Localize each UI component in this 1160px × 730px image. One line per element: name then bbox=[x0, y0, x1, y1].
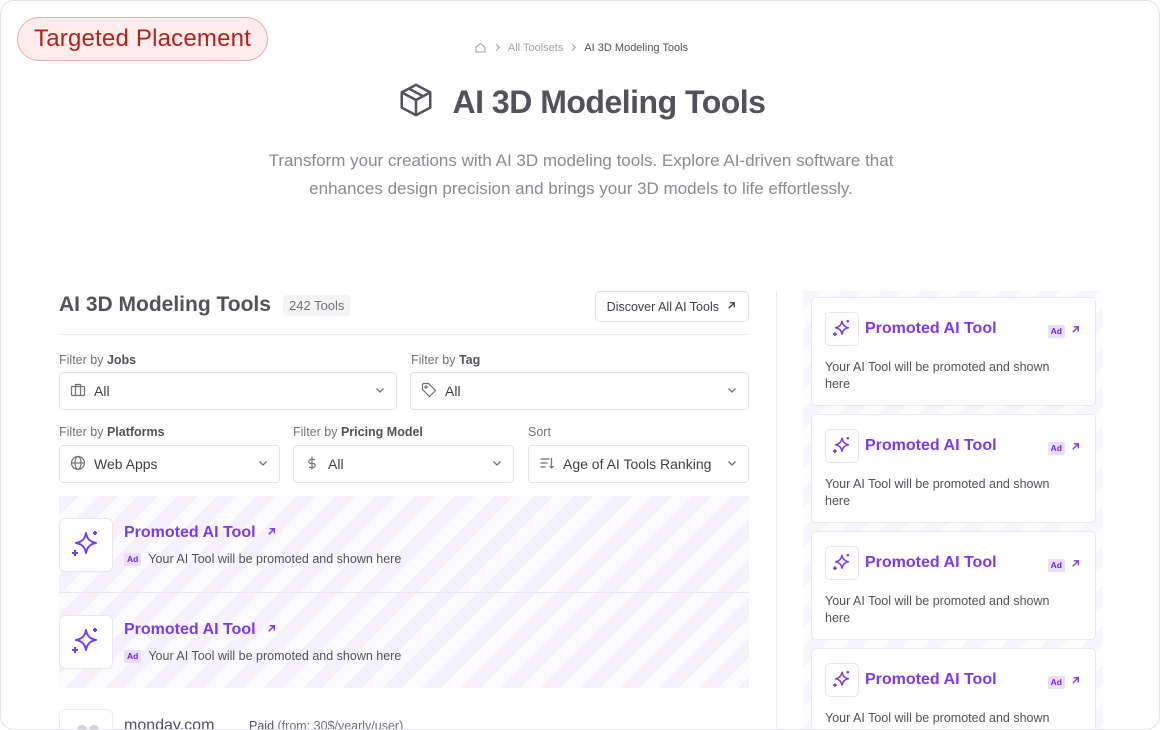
page-description: Transform your creations with AI 3D mode… bbox=[268, 151, 894, 198]
filter-platforms-label: Filter by Platforms bbox=[59, 425, 165, 439]
chevron-down-icon bbox=[257, 456, 269, 472]
tool-name[interactable]: monday.com bbox=[124, 717, 214, 729]
chevron-down-icon bbox=[374, 383, 386, 399]
sidebar-promoted-description: Your AI Tool will be promoted and shown … bbox=[825, 711, 1050, 729]
ad-badge: Ad bbox=[124, 649, 142, 663]
tool-count-badge: 242 Tools bbox=[283, 295, 351, 316]
filter-pricing-select[interactable]: All bbox=[293, 445, 514, 483]
filter-jobs-select[interactable]: All bbox=[59, 372, 397, 410]
discover-all-tools-button[interactable]: Discover All AI Tools bbox=[594, 291, 749, 322]
sidebar-promoted-card[interactable]: Promoted AI Tool Ad Your AI Tool will be… bbox=[811, 531, 1096, 640]
filter-platforms-value: Web Apps bbox=[94, 456, 158, 472]
filter-pricing-label: Filter by Pricing Model bbox=[293, 425, 423, 439]
sidebar-promoted-description: Your AI Tool will be promoted and shown … bbox=[825, 477, 1050, 508]
ad-badge: Ad bbox=[1047, 675, 1065, 689]
breadcrumb-current: AI 3D Modeling Tools bbox=[584, 41, 689, 54]
page-frame: Targeted Placement All Toolsets AI 3D Mo… bbox=[0, 0, 1160, 730]
sort-label: Sort bbox=[528, 425, 551, 439]
tag-icon bbox=[421, 382, 437, 401]
column-divider bbox=[776, 291, 777, 729]
list-title: AI 3D Modeling Tools bbox=[59, 293, 271, 316]
chevron-down-icon bbox=[726, 456, 738, 472]
sidebar-promoted-name[interactable]: Promoted AI Tool bbox=[865, 671, 997, 689]
tool-pricing: Paid (from: 30$/yearly/user) bbox=[249, 719, 404, 730]
tool-listing-row[interactable]: monday.com Paid (from: 30$/yearly/user) bbox=[59, 709, 749, 730]
sparkle-icon bbox=[59, 615, 113, 669]
filter-jobs-value: All bbox=[94, 383, 110, 399]
chevron-down-icon bbox=[491, 456, 503, 472]
sidebar-promoted-name[interactable]: Promoted AI Tool bbox=[865, 320, 997, 338]
arrow-up-right-icon bbox=[1070, 322, 1081, 340]
filter-tag-select[interactable]: All bbox=[410, 372, 749, 410]
sparkle-icon bbox=[825, 312, 859, 346]
briefcase-icon bbox=[70, 382, 86, 401]
promoted-row[interactable]: Promoted AI Tool Ad Your AI Tool will be… bbox=[59, 592, 749, 688]
breadcrumb: All Toolsets AI 3D Modeling Tools bbox=[1, 41, 1159, 54]
globe-icon bbox=[70, 455, 86, 474]
filter-tag-value: All bbox=[445, 383, 461, 399]
sort-value: Age of AI Tools Ranking bbox=[563, 456, 712, 472]
breadcrumb-all-toolsets[interactable]: All Toolsets bbox=[508, 42, 563, 54]
ad-badge: Ad bbox=[1047, 558, 1065, 572]
sidebar-promoted-description: Your AI Tool will be promoted and shown … bbox=[825, 360, 1050, 391]
sidebar-promoted-name[interactable]: Promoted AI Tool bbox=[865, 554, 997, 572]
chevron-right-icon bbox=[569, 43, 578, 52]
promoted-sidebar: Promoted AI Tool Ad Your AI Tool will be… bbox=[803, 291, 1103, 729]
promoted-row[interactable]: Promoted AI Tool Ad Your AI Tool will be… bbox=[59, 496, 749, 592]
filter-platforms-select[interactable]: Web Apps bbox=[59, 445, 280, 483]
dollar-icon bbox=[304, 455, 320, 474]
arrow-up-right-icon bbox=[266, 621, 277, 639]
ad-link[interactable]: Ad bbox=[1047, 556, 1081, 574]
discover-label: Discover All AI Tools bbox=[606, 299, 719, 314]
promoted-list-area: Promoted AI Tool Ad Your AI Tool will be… bbox=[59, 496, 749, 688]
promoted-tool-description: Ad Your AI Tool will be promoted and sho… bbox=[124, 552, 401, 566]
sparkle-icon bbox=[825, 663, 859, 697]
ad-link[interactable]: Ad bbox=[1047, 673, 1081, 691]
filter-jobs-label: Filter by Jobs bbox=[59, 353, 137, 367]
cube-icon bbox=[397, 81, 435, 124]
arrow-up-right-icon bbox=[266, 524, 277, 542]
promoted-tool-name[interactable]: Promoted AI Tool bbox=[124, 621, 277, 639]
promoted-tool-description: Ad Your AI Tool will be promoted and sho… bbox=[124, 649, 401, 663]
hero-title-row: AI 3D Modeling Tools bbox=[1, 81, 1159, 124]
chevron-down-icon bbox=[726, 383, 738, 399]
sort-icon bbox=[539, 455, 555, 474]
targeted-placement-badge: Targeted Placement bbox=[17, 17, 269, 61]
home-icon[interactable] bbox=[474, 41, 487, 54]
sidebar-promoted-card[interactable]: Promoted AI Tool Ad Your AI Tool will be… bbox=[811, 414, 1096, 523]
ad-link[interactable]: Ad bbox=[1047, 439, 1081, 457]
ad-badge: Ad bbox=[1047, 441, 1065, 455]
sparkle-icon bbox=[825, 429, 859, 463]
arrow-up-right-icon bbox=[1070, 556, 1081, 574]
chevron-right-icon bbox=[493, 43, 502, 52]
sort-select[interactable]: Age of AI Tools Ranking bbox=[528, 445, 749, 483]
ad-badge: Ad bbox=[124, 552, 142, 566]
ad-link[interactable]: Ad bbox=[1047, 322, 1081, 340]
arrow-up-right-icon bbox=[1070, 439, 1081, 457]
ad-badge: Ad bbox=[1047, 324, 1065, 338]
sparkle-icon bbox=[59, 518, 113, 572]
sidebar-promoted-name[interactable]: Promoted AI Tool bbox=[865, 437, 997, 455]
sidebar-promoted-card[interactable]: Promoted AI Tool Ad Your AI Tool will be… bbox=[811, 297, 1096, 406]
list-header: AI 3D Modeling Tools 242 Tools Discover … bbox=[59, 291, 749, 335]
tool-logo bbox=[59, 709, 113, 729]
arrow-up-right-icon bbox=[1070, 673, 1081, 691]
sidebar-promoted-description: Your AI Tool will be promoted and shown … bbox=[825, 594, 1050, 625]
arrow-up-right-icon bbox=[726, 300, 737, 314]
sidebar-promoted-card[interactable]: Promoted AI Tool Ad Your AI Tool will be… bbox=[811, 648, 1096, 729]
sparkle-icon bbox=[825, 546, 859, 580]
promoted-tool-name[interactable]: Promoted AI Tool bbox=[124, 524, 277, 542]
filter-pricing-value: All bbox=[328, 456, 344, 472]
page-title: AI 3D Modeling Tools bbox=[452, 84, 766, 120]
filter-tag-label: Filter by Tag bbox=[411, 353, 481, 367]
